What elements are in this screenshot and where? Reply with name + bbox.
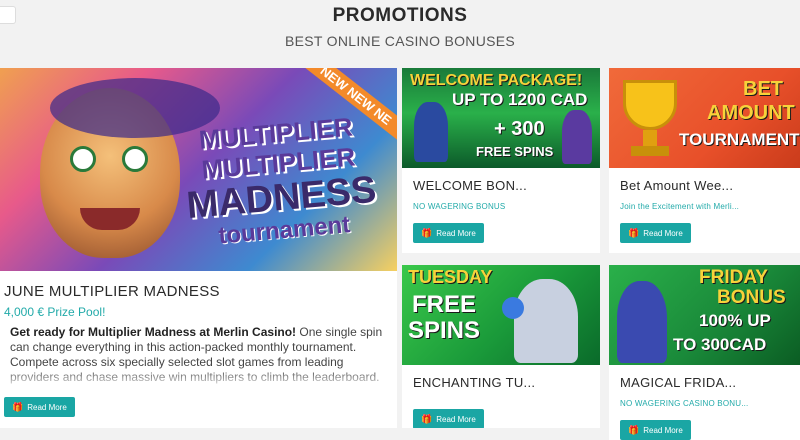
promo-card-subtitle: NO WAGERING BONUS	[413, 202, 506, 211]
featured-promo-card[interactable]: NEW NEW NE MULTIPLIER MULTIPLIER MADNESS…	[0, 68, 397, 428]
king-character	[414, 102, 448, 162]
promo-card-title[interactable]: ENCHANTING TU...	[413, 375, 535, 390]
promo-card-title[interactable]: Bet Amount Wee...	[620, 178, 733, 193]
promo-card-title[interactable]: MAGICAL FRIDA...	[620, 375, 736, 390]
mouth	[80, 208, 140, 230]
wizard-character	[562, 110, 592, 164]
promo-card-subtitle: NO WAGERING CASINO BONU...	[620, 399, 749, 408]
trophy-icon	[623, 80, 677, 130]
featured-read-more-button[interactable]: 🎁 Read More	[4, 397, 75, 417]
promo-card-subtitle: Join the Excitement with Merli...	[620, 202, 740, 211]
magic-orb	[502, 297, 524, 319]
promo-card-image[interactable]: WELCOME PACKAGE! UP TO 1200 CAD + 300 FR…	[402, 68, 600, 168]
featured-art-title: MULTIPLIER MULTIPLIER MADNESS tournament	[184, 111, 378, 250]
gift-icon: 🎁	[421, 227, 433, 238]
gift-icon: 🎁	[628, 227, 640, 238]
read-more-button[interactable]: 🎁 Read More	[620, 223, 691, 243]
gift-icon: 🎁	[12, 401, 24, 412]
gift-icon: 🎁	[628, 424, 640, 435]
featured-promo-image[interactable]: NEW NEW NE MULTIPLIER MULTIPLIER MADNESS…	[0, 68, 397, 271]
page-subtitle: BEST ONLINE CASINO BONUSES	[284, 33, 516, 49]
promo-card-friday[interactable]: FRIDAY BONUS 100% UP TO 300CAD MAGICAL F…	[609, 265, 800, 440]
promo-card-image[interactable]: BET AMOUNT TOURNAMENT	[609, 68, 800, 168]
promo-card-welcome[interactable]: WELCOME PACKAGE! UP TO 1200 CAD + 300 FR…	[402, 68, 600, 253]
featured-promo-subtitle: 4,000 € Prize Pool!	[4, 305, 106, 319]
promo-card-image[interactable]: TUESDAY FREE SPINS	[402, 265, 600, 365]
character-face-illustration	[40, 78, 220, 258]
page-title: PROMOTIONS	[332, 5, 468, 26]
wizard-character	[617, 281, 667, 363]
promo-card-image[interactable]: FRIDAY BONUS 100% UP TO 300CAD	[609, 265, 800, 365]
read-more-button[interactable]: 🎁 Read More	[413, 409, 484, 428]
read-more-button[interactable]: 🎁 Read More	[413, 223, 484, 243]
wizard-character	[514, 279, 578, 363]
read-more-button[interactable]: 🎁 Read More	[620, 420, 691, 440]
promo-card-title[interactable]: WELCOME BON...	[413, 178, 527, 193]
left-eye	[70, 146, 96, 172]
promo-card-tuesday[interactable]: TUESDAY FREE SPINS ENCHANTING TU... 🎁 Re…	[402, 265, 600, 428]
promo-card-bet-amount[interactable]: BET AMOUNT TOURNAMENT Bet Amount Wee... …	[609, 68, 800, 253]
right-eye	[122, 146, 148, 172]
page-header: PROMOTIONS BEST ONLINE CASINO BONUSES	[0, 0, 800, 50]
gift-icon: 🎁	[421, 413, 433, 424]
featured-promo-title[interactable]: JUNE MULTIPLIER MADNESS	[4, 283, 220, 300]
